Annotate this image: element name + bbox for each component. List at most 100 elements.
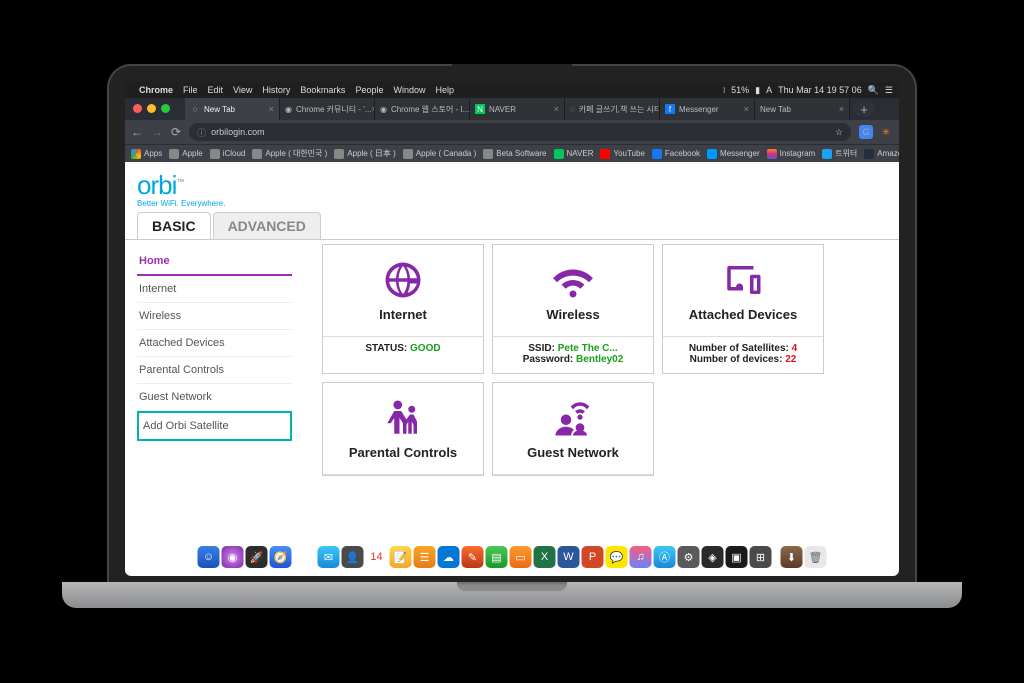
amazon-icon	[864, 149, 874, 159]
browser-tab[interactable]: NNAVER×	[470, 98, 565, 120]
browser-tab[interactable]: fMessenger×	[660, 98, 755, 120]
browser-tab[interactable]: ◌New Tab×	[185, 98, 280, 120]
site-info-icon[interactable]: ⓘ	[197, 126, 206, 139]
bookmark-item[interactable]: Apple ( 대한민국 )	[252, 148, 327, 159]
tab-close-icon[interactable]: ×	[744, 104, 749, 114]
new-tab-button[interactable]: +	[853, 101, 875, 117]
dock-calendar-icon[interactable]: 14	[366, 546, 388, 568]
sidebar-item-home[interactable]: Home	[137, 248, 292, 276]
bookmark-label: Facebook	[665, 149, 700, 158]
tab-basic[interactable]: BASIC	[137, 212, 211, 239]
dock-kakaotalk-icon[interactable]: 💬	[606, 546, 628, 568]
bookmark-item[interactable]: Apple ( Canada )	[403, 149, 476, 159]
bookmark-item[interactable]: Facebook	[652, 149, 700, 159]
bookmark-item[interactable]: Apps	[131, 149, 162, 159]
window-controls[interactable]	[133, 104, 170, 113]
bookmark-star-icon[interactable]: ☆	[835, 127, 843, 138]
bookmark-item[interactable]: Amazon	[864, 149, 899, 159]
menubar-datetime: Thu Mar 14 19 57 06	[778, 85, 862, 95]
notification-icon[interactable]: ☰	[885, 85, 893, 96]
dock-excel-icon[interactable]: X	[534, 546, 556, 568]
dock-keynote-icon[interactable]: ▭	[510, 546, 532, 568]
menu-view[interactable]: View	[233, 85, 252, 95]
card-parental-controls[interactable]: Parental Controls	[322, 382, 484, 476]
dock-downloads-icon[interactable]: ⬇	[781, 546, 803, 568]
browser-tab[interactable]: ◉Chrome 웹 스토어 - I...×	[375, 98, 470, 120]
bookmark-item[interactable]: NAVER	[554, 149, 594, 159]
card-internet[interactable]: Internet STATUS: GOOD	[322, 244, 484, 374]
dock-safari-icon[interactable]: 🧭	[270, 546, 292, 568]
bookmark-item[interactable]: Instagram	[767, 149, 816, 159]
menu-edit[interactable]: Edit	[208, 85, 224, 95]
wifi-icon[interactable]: ⧙	[723, 85, 725, 96]
menu-history[interactable]: History	[262, 85, 290, 95]
dock-onedrive-icon[interactable]: ☁	[438, 546, 460, 568]
forward-button[interactable]: →	[151, 125, 163, 139]
menu-bookmarks[interactable]: Bookmarks	[300, 85, 345, 95]
dock-appstore-icon[interactable]: Ⓐ	[654, 546, 676, 568]
dock-siri-icon[interactable]: ◉	[222, 546, 244, 568]
dock-reminders-icon[interactable]: ☰	[414, 546, 436, 568]
dock-word-icon[interactable]: W	[558, 546, 580, 568]
reload-button[interactable]: ⟳	[171, 125, 181, 139]
menu-help[interactable]: Help	[435, 85, 454, 95]
bookmark-item[interactable]: Apple ( 日本 )	[334, 148, 395, 159]
browser-tab[interactable]: ◌카페 글쓰기,책 쓰는 시티...×	[565, 98, 660, 120]
back-button[interactable]: ←	[131, 125, 143, 139]
bookmarks-bar: Apps Apple iCloud Apple ( 대한민국 ) Apple (…	[125, 144, 899, 162]
sidebar-item-parental-controls[interactable]: Parental Controls	[137, 357, 292, 384]
sidebar-item-guest-network[interactable]: Guest Network	[137, 384, 292, 411]
window-close-icon[interactable]	[133, 104, 142, 113]
dock-app-icon[interactable]: ⊞	[750, 546, 772, 568]
bookmark-item[interactable]: Messenger	[707, 149, 760, 159]
search-icon[interactable]: 🔍	[868, 85, 879, 96]
bookmark-item[interactable]: 트위터	[822, 148, 857, 159]
sidebar-item-add-satellite[interactable]: Add Orbi Satellite	[137, 411, 292, 441]
tab-close-icon[interactable]: ×	[554, 104, 559, 114]
bookmark-label: Amazon	[877, 149, 899, 158]
browser-tab[interactable]: ◉Chrome 커뮤니티 - '...×	[280, 98, 375, 120]
bookmark-item[interactable]: Beta Software	[483, 149, 546, 159]
dock-mail-icon[interactable]: ✉	[318, 546, 340, 568]
tab-close-icon[interactable]: ×	[269, 104, 274, 114]
tab-label: Chrome 웹 스토어 - I...	[391, 104, 469, 115]
menu-people[interactable]: People	[355, 85, 383, 95]
sidebar-item-wireless[interactable]: Wireless	[137, 303, 292, 330]
dock-numbers-icon[interactable]: ▤	[486, 546, 508, 568]
menu-window[interactable]: Window	[393, 85, 425, 95]
card-wireless[interactable]: Wireless SSID: Pete The C... Password: B…	[492, 244, 654, 374]
extension-icon[interactable]: G	[859, 125, 873, 139]
sidebar-item-attached-devices[interactable]: Attached Devices	[137, 330, 292, 357]
dock-app-icon[interactable]: ◈	[702, 546, 724, 568]
language-icon[interactable]: A	[766, 85, 772, 95]
dock-notes-icon[interactable]: 📝	[390, 546, 412, 568]
laptop-body: Chrome File Edit View History Bookmarks …	[107, 64, 917, 584]
sidebar-item-internet[interactable]: Internet	[137, 276, 292, 303]
dock-app-icon[interactable]: ▣	[726, 546, 748, 568]
window-minimize-icon[interactable]	[147, 104, 156, 113]
dock-pages-icon[interactable]: ✎	[462, 546, 484, 568]
browser-tab[interactable]: New Tab×	[755, 98, 850, 120]
bookmark-item[interactable]: iCloud	[210, 149, 246, 159]
dock-music-icon[interactable]: ♫	[630, 546, 652, 568]
app-name[interactable]: Chrome	[139, 85, 173, 95]
menu-file[interactable]: File	[183, 85, 198, 95]
dock-settings-icon[interactable]: ⚙	[678, 546, 700, 568]
dock-launchpad-icon[interactable]: 🚀	[246, 546, 268, 568]
tab-close-icon[interactable]: ×	[839, 104, 844, 114]
tab-advanced[interactable]: ADVANCED	[213, 212, 321, 239]
bookmark-item[interactable]: YouTube	[600, 149, 644, 159]
dock-finder-icon[interactable]: ☺	[198, 546, 220, 568]
dock-trash-icon[interactable]: 🗑	[805, 546, 827, 568]
dashboard-cards: Internet STATUS: GOOD	[292, 244, 887, 572]
window-maximize-icon[interactable]	[161, 104, 170, 113]
tab-messenger-icon: f	[665, 104, 675, 114]
dock-chrome-icon[interactable]: ◉	[294, 546, 316, 568]
dock-powerpoint-icon[interactable]: P	[582, 546, 604, 568]
address-bar[interactable]: ⓘ orbilogin.com ☆	[189, 123, 851, 141]
card-attached-devices[interactable]: Attached Devices Number of Satellites: 4…	[662, 244, 824, 374]
bookmark-item[interactable]: Apple	[169, 149, 202, 159]
card-guest-network[interactable]: Guest Network	[492, 382, 654, 476]
dock-contacts-icon[interactable]: 👤	[342, 546, 364, 568]
extension-icon[interactable]: ✳	[879, 125, 893, 139]
